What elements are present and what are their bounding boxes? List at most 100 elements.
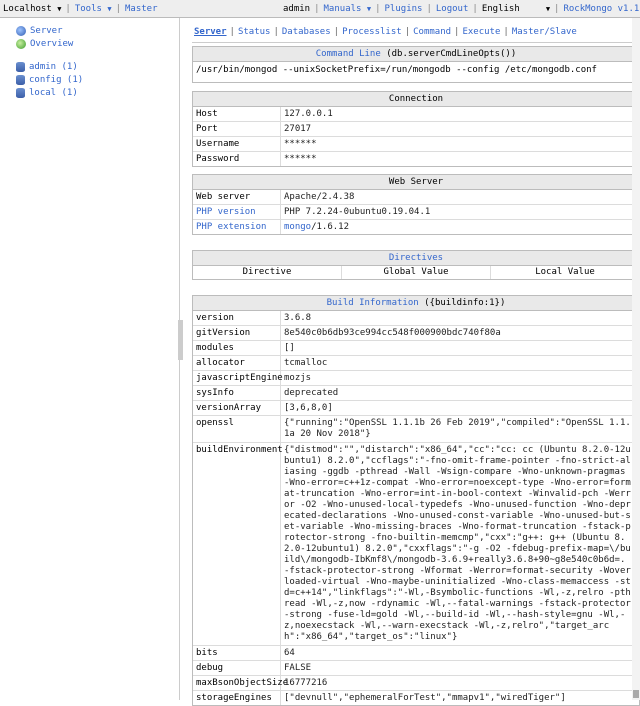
server-tabs: Server | Status | Databases | Processlist | Comm… xyxy=(194,27,577,37)
sidebar-item-server[interactable]: Server xyxy=(16,24,63,37)
language-label: English xyxy=(481,4,520,14)
page-scrollbar[interactable] xyxy=(632,18,640,700)
row-key: javascriptEngine xyxy=(193,371,283,385)
separator: | xyxy=(115,3,121,14)
command-line-panel: Command Line (db.serverCmdLineOpts()) /u… xyxy=(192,46,640,83)
server-icon xyxy=(16,25,26,36)
row-value: Apache/2.4.38 xyxy=(284,192,355,202)
logout-link[interactable]: Logout xyxy=(433,4,472,14)
row-key: version xyxy=(193,311,281,325)
row-value: 8e540c0b6db93ce994cc548f000900bdc740f80a xyxy=(284,328,501,338)
row-value: {"running":"OpenSSL 1.1.1b 26 Feb 2019",… xyxy=(284,418,631,439)
row-value: ["devnull","ephemeralForTest","mmapv1","… xyxy=(284,693,566,703)
caret-down-icon: ▼ xyxy=(107,4,112,13)
manuals-menu[interactable]: Manuals ▼ xyxy=(321,4,375,14)
row-key: bits xyxy=(193,646,281,660)
tab-master-slave[interactable]: Master/Slave xyxy=(512,27,577,37)
directives-link[interactable]: Directives xyxy=(389,253,443,263)
tab-status[interactable]: Status xyxy=(238,27,271,37)
separator: | xyxy=(314,4,320,14)
php-version-link[interactable]: PHP version xyxy=(193,205,281,219)
mongo-extension-link[interactable]: mongo xyxy=(284,222,311,232)
row-value: mozjs xyxy=(284,373,312,383)
row-key: maxBsonObjectSize xyxy=(193,676,288,690)
master-link[interactable]: Master xyxy=(122,4,161,14)
row-value: 64 xyxy=(284,648,295,658)
row-value: ****** xyxy=(284,139,317,149)
language-caret-icon[interactable]: ▼ xyxy=(543,4,553,14)
app-version-link[interactable]: RockMongo v1.1.8 xyxy=(560,4,640,14)
table-row: storageEngines ["devnull","ephemeralForTe… xyxy=(193,691,639,705)
row-value: PHP 7.2.24-0ubuntu0.19.04.1 xyxy=(284,207,431,217)
table-row: buildEnvironment {"distmod":"","distarch"… xyxy=(193,443,639,646)
row-value: 27017 xyxy=(284,124,312,134)
tools-label: Tools xyxy=(74,3,102,14)
table-row: version 3.6.8 xyxy=(193,311,639,326)
column-header-local-value: Local Value xyxy=(535,267,595,277)
row-key: Web server xyxy=(193,190,281,204)
separator: | xyxy=(554,4,560,14)
sidebar: Server Overview admin (1) config (1) loc… xyxy=(0,18,180,700)
sidebar-item-db-admin[interactable]: admin (1) xyxy=(16,60,78,73)
row-value: ****** xyxy=(284,154,317,164)
sidebar-item-label: local (1) xyxy=(29,87,78,98)
sidebar-resize-handle[interactable] xyxy=(178,320,183,360)
row-value: FALSE xyxy=(284,663,312,673)
host-label: Localhost xyxy=(3,3,52,14)
row-value: {"distmod":"","distarch":"x86_64","cc":"… xyxy=(284,445,631,642)
tab-server[interactable]: Server xyxy=(194,27,227,37)
table-row: gitVersion 8e540c0b6db93ce994cc548f000900… xyxy=(193,326,639,341)
separator: | xyxy=(375,4,381,14)
row-key: modules xyxy=(193,341,281,355)
mongo-extension-version: /1.6.12 xyxy=(311,222,350,232)
build-info-link[interactable]: Build Information xyxy=(327,298,419,308)
table-row: PHP version PHP 7.2.24-0ubuntu0.19.04.1 xyxy=(193,205,639,220)
tab-processlist[interactable]: Processlist xyxy=(342,27,402,37)
current-user: admin xyxy=(283,4,311,14)
tab-execute[interactable]: Execute xyxy=(462,27,500,37)
table-row: Host 127.0.0.1 xyxy=(193,107,639,122)
row-key: sysInfo xyxy=(193,386,281,400)
sidebar-item-overview[interactable]: Overview xyxy=(16,37,73,50)
plugins-link[interactable]: Plugins xyxy=(382,4,426,14)
host-dropdown[interactable]: Localhost ▼ xyxy=(0,4,64,14)
database-icon xyxy=(16,61,25,72)
language-select[interactable]: English xyxy=(479,4,543,14)
sidebar-item-label: Server xyxy=(30,25,63,36)
row-key: debug xyxy=(193,661,281,675)
main-content: Server | Status | Databases | Processlist | Comm… xyxy=(186,18,640,706)
row-key: gitVersion xyxy=(193,326,281,340)
table-row: Username ****** xyxy=(193,137,639,152)
separator: | xyxy=(333,27,340,37)
sidebar-item-db-config[interactable]: config (1) xyxy=(16,73,83,86)
sidebar-item-label: config (1) xyxy=(29,74,84,85)
row-key: Username xyxy=(193,137,281,151)
caret-down-icon: ▼ xyxy=(366,5,372,13)
separator: | xyxy=(404,27,411,37)
tools-menu[interactable]: Tools ▼ xyxy=(72,4,115,14)
row-value: 127.0.0.1 xyxy=(284,109,333,119)
column-header-global-value: Global Value xyxy=(342,266,491,279)
scrollbar-thumb[interactable] xyxy=(633,690,639,698)
build-info-panel: Build Information ({buildinfo:1}) versio… xyxy=(192,295,640,706)
separator: | xyxy=(426,4,432,14)
manuals-label: Manuals xyxy=(323,4,362,14)
database-icon xyxy=(16,74,25,85)
table-row: bits 64 xyxy=(193,646,639,661)
command-line-header: Command Line (db.serverCmdLineOpts()) xyxy=(193,47,639,62)
row-value: deprecated xyxy=(284,388,339,398)
web-server-panel: Web Server Web server Apache/2.4.38 PHP v… xyxy=(192,174,640,235)
sidebar-item-db-local[interactable]: local (1) xyxy=(16,86,78,99)
row-key: Host xyxy=(193,107,281,121)
separator: | xyxy=(472,4,478,14)
php-extension-link[interactable]: PHP extension xyxy=(193,220,281,234)
build-info-subtitle: ({buildinfo:1}) xyxy=(418,298,506,308)
tab-databases[interactable]: Databases xyxy=(282,27,331,37)
table-row: debug FALSE xyxy=(193,661,639,676)
web-server-header: Web Server xyxy=(193,175,639,190)
sidebar-item-label: admin (1) xyxy=(29,61,78,72)
directives-panel: Directives Directive Global Value Local … xyxy=(192,250,640,280)
command-line-link[interactable]: Command Line xyxy=(316,49,381,59)
table-row: modules[] xyxy=(193,341,639,356)
tab-command[interactable]: Command xyxy=(413,27,451,37)
